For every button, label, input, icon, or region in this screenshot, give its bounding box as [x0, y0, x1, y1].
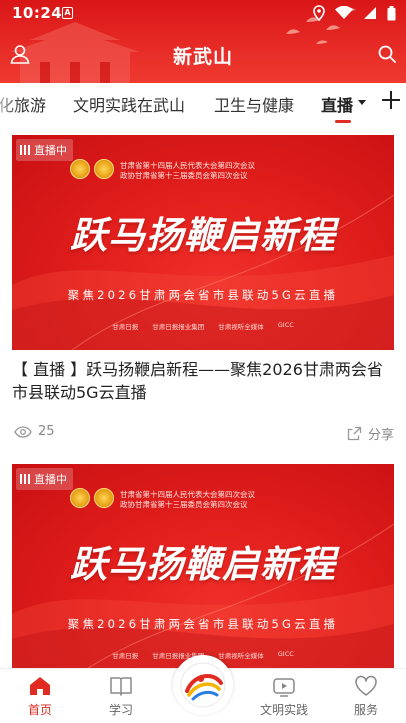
card-title[interactable]: 【 直播 】跃马扬鞭启新程——聚焦2026甘肃两会省市县联动5G云直播	[12, 358, 394, 404]
a-icon: A	[62, 7, 73, 19]
view-count: 25	[14, 424, 55, 439]
meeting-names: 甘肃省第十四届人民代表大会第四次会议 政协甘肃省第十三届委员会第四次会议	[120, 490, 255, 510]
chevron-down-icon[interactable]	[358, 100, 366, 105]
emblems	[70, 488, 114, 508]
search-icon[interactable]	[378, 45, 396, 63]
share-button[interactable]: 分享	[347, 424, 394, 443]
tab-fade-overlay	[0, 83, 20, 123]
sponsor-logo: 甘肃视听全媒体	[218, 652, 264, 660]
sponsor-logo: GICC	[277, 321, 294, 329]
center-logo-button[interactable]	[173, 655, 233, 715]
banner-title: 跃马扬鞭启新程	[70, 542, 336, 586]
banner-subtitle: 聚焦2026甘肃两会省市县联动5G云直播	[67, 617, 339, 631]
book-icon	[110, 677, 132, 696]
location-icon	[313, 5, 325, 21]
national-emblem-icon	[70, 488, 90, 508]
tab-civilization-practice[interactable]: 文明实践在武山	[73, 92, 185, 116]
wifi-icon	[335, 6, 353, 19]
nav-home[interactable]: 首页	[8, 675, 72, 718]
status-icons	[313, 5, 396, 21]
live-bars-icon	[20, 145, 30, 155]
live-cover-image[interactable]: 直播中 甘肃省第十四届人民代表大会第四次会议 政协甘肃省第十三届委员会第四次会议…	[12, 135, 394, 350]
cppcc-emblem-icon	[94, 159, 114, 179]
share-icon	[347, 426, 362, 441]
nav-study[interactable]: 学习	[89, 675, 153, 718]
sponsor-logo: 甘肃视听全媒体	[218, 323, 264, 331]
tab-live[interactable]: 直播	[321, 92, 353, 116]
meeting-line-2: 政协甘肃省第十三届委员会第四次会议	[120, 171, 248, 180]
nav-home-label: 首页	[27, 703, 52, 717]
sponsor-logo: 甘肃日报报业集团	[152, 323, 205, 331]
nav-civilization-label: 文明实践	[259, 703, 308, 717]
status-bar: 10:24 A	[0, 0, 406, 28]
banner-title: 跃马扬鞭启新程	[70, 213, 336, 257]
meeting-line-2: 政协甘肃省第十三届委员会第四次会议	[120, 500, 248, 509]
nav-civilization[interactable]: 文明实践	[252, 675, 316, 718]
signal-icon	[364, 7, 376, 19]
live-badge-label: 直播中	[34, 144, 67, 157]
battery-icon	[387, 5, 396, 20]
app-header: 10:24 A 新武山	[0, 0, 406, 83]
live-card[interactable]: 直播中 甘肃省第十四届人民代表大会第四次会议 政协甘肃省第十三届委员会第四次会议…	[12, 464, 394, 668]
status-time: 10:24	[12, 4, 63, 22]
eye-icon	[14, 425, 32, 438]
live-badge: 直播中	[16, 468, 73, 490]
banner-subtitle: 聚焦2026甘肃两会省市县联动5G云直播	[67, 288, 339, 302]
card-meta: 25 分享	[12, 414, 394, 454]
home-icon	[30, 677, 50, 695]
live-cover-image[interactable]: 直播中 甘肃省第十四届人民代表大会第四次会议 政协甘肃省第十三届委员会第四次会议…	[12, 464, 394, 668]
live-badge-label: 直播中	[34, 473, 67, 486]
nav-study-label: 学习	[108, 703, 133, 717]
meeting-line-1: 甘肃省第十四届人民代表大会第四次会议	[120, 490, 255, 499]
share-label: 分享	[367, 428, 394, 443]
view-count-value: 25	[38, 424, 55, 439]
nav-service-label: 服务	[353, 703, 378, 717]
live-card[interactable]: 直播中 甘肃省第十四届人民代表大会第四次会议 政协甘肃省第十三届委员会第四次会议…	[12, 135, 394, 454]
live-badge: 直播中	[16, 139, 73, 161]
feed-list: 直播中 甘肃省第十四届人民代表大会第四次会议 政协甘肃省第十三届委员会第四次会议…	[0, 123, 406, 668]
add-channel-icon[interactable]	[380, 89, 402, 111]
sponsor-logo: GICC	[277, 650, 294, 658]
nav-service[interactable]: 服务	[334, 675, 398, 718]
sponsor-logo: 甘肃日报	[112, 652, 139, 660]
wushan-logo-icon	[180, 662, 226, 708]
meeting-names: 甘肃省第十四届人民代表大会第四次会议 政协甘肃省第十三届委员会第四次会议	[120, 161, 255, 181]
cppcc-emblem-icon	[94, 488, 114, 508]
meeting-line-1: 甘肃省第十四届人民代表大会第四次会议	[120, 161, 255, 170]
live-bars-icon	[20, 474, 30, 484]
sponsor-logos: 甘肃日报 甘肃日报报业集团 甘肃视听全媒体 GICC	[12, 321, 394, 331]
emblems	[70, 159, 114, 179]
heart-icon	[355, 675, 377, 696]
channel-tabs: 化旅游 文明实践在武山 卫生与健康 直播	[0, 83, 406, 123]
tab-health[interactable]: 卫生与健康	[214, 92, 294, 116]
app-title: 新武山	[172, 46, 233, 68]
sponsor-logo: 甘肃日报	[112, 323, 139, 331]
national-emblem-icon	[70, 159, 90, 179]
video-icon	[273, 678, 295, 697]
